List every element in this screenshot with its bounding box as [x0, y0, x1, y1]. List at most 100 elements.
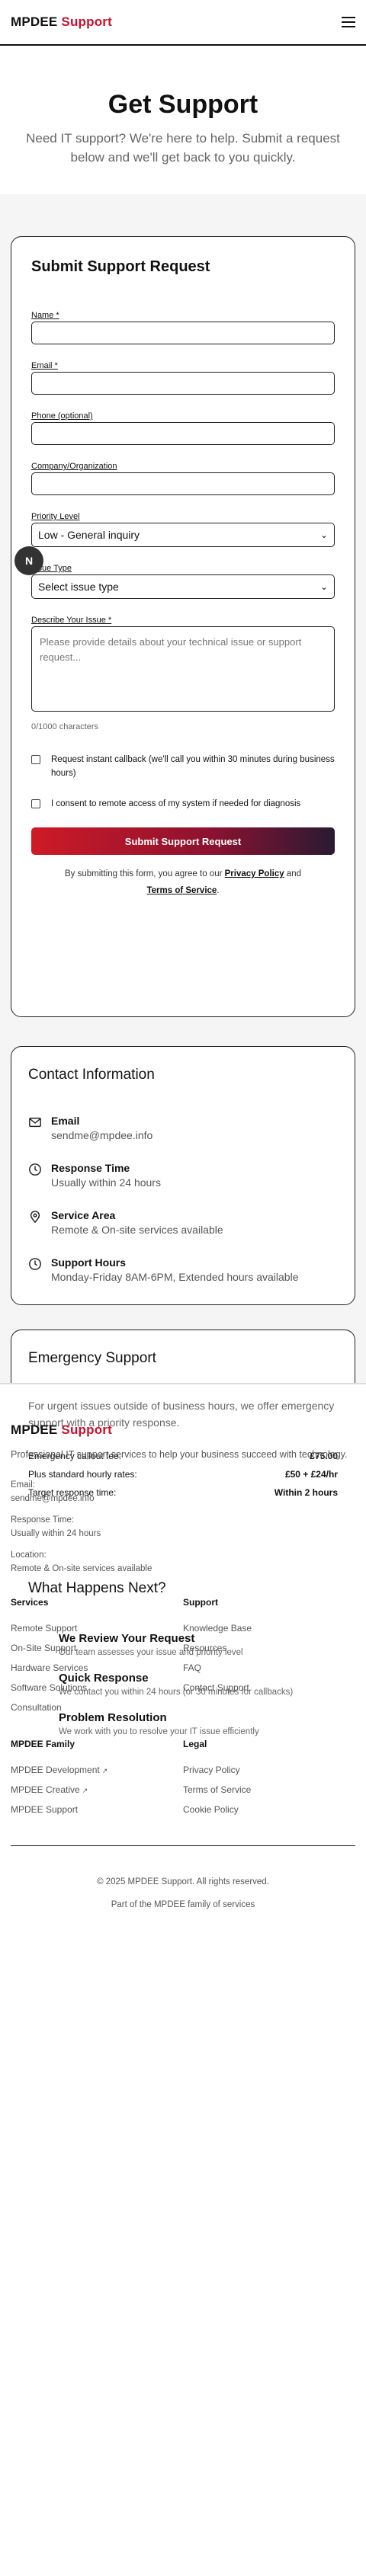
- footer-link-creative[interactable]: MPDEE Creative ↗: [11, 1784, 183, 1795]
- contact-item-title: Email: [51, 1115, 80, 1127]
- name-label: Name *: [31, 311, 59, 320]
- footer-response: Response Time: Usually within 24 hours: [11, 1513, 355, 1541]
- describe-label: Describe Your Issue *: [31, 616, 112, 625]
- contact-item-email: Email sendme@mpdee.info: [28, 1114, 338, 1143]
- email-label: Email *: [31, 361, 58, 370]
- priority-select[interactable]: Low - General inquiry ⌄: [31, 523, 335, 547]
- footer-link-remote-support[interactable]: Remote Support: [11, 1623, 183, 1634]
- page-subtitle: Need IT support? We're here to help. Sub…: [26, 131, 340, 165]
- footer-family-title: MPDEE Family: [11, 1739, 75, 1749]
- terms-and: and: [286, 869, 302, 878]
- footer-link-consultation[interactable]: Consultation: [11, 1702, 183, 1713]
- consent-checkbox[interactable]: [31, 799, 40, 808]
- contact-item-hours: Support Hours Monday-Friday 8AM-6PM, Ext…: [28, 1256, 338, 1285]
- footer-links-row-2: MPDEE Family MPDEE Development ↗ MPDEE Cr…: [11, 1739, 355, 1824]
- footer-link-privacy[interactable]: Privacy Policy: [183, 1765, 355, 1775]
- content-section: Submit Support Request Name * Email * Ph…: [0, 194, 366, 1756]
- describe-textarea[interactable]: Please provide details about your techni…: [31, 626, 335, 712]
- footer-link-label: MPDEE Creative: [11, 1784, 80, 1795]
- company-input[interactable]: [31, 472, 335, 495]
- emergency-row-value: Within 2 hours: [274, 1487, 338, 1498]
- footer-links-row-1: Services Remote Support On-Site Support …: [11, 1597, 355, 1722]
- privacy-policy-link[interactable]: Privacy Policy: [225, 869, 284, 878]
- footer-link-development[interactable]: MPDEE Development ↗: [11, 1765, 183, 1775]
- contact-title: Contact Information: [28, 1067, 155, 1083]
- consent-label: I consent to remote access of my system …: [51, 799, 301, 808]
- contact-item-sub: Monday-Friday 8AM-6PM, Extended hours av…: [51, 1271, 299, 1283]
- logo-main: MPDEE: [11, 1422, 58, 1437]
- contact-item-sub: Usually within 24 hours: [51, 1176, 161, 1189]
- footer-link-knowledge-base[interactable]: Knowledge Base: [183, 1623, 355, 1634]
- logo-accent: Support: [61, 1422, 112, 1437]
- footer-legal-title: Legal: [183, 1739, 207, 1749]
- logo-main: MPDEE: [11, 14, 58, 29]
- name-input[interactable]: [31, 322, 335, 344]
- contact-item-sub[interactable]: sendme@mpdee.info: [51, 1128, 152, 1143]
- clock-icon: [29, 1258, 41, 1270]
- emergency-title: Emergency Support: [28, 1350, 156, 1366]
- terms-note: By submitting this form, you agree to ou…: [64, 869, 302, 895]
- family-note: Part of the MPDEE family of services: [111, 1900, 255, 1909]
- phone-input[interactable]: [31, 422, 335, 445]
- footer-link-label: MPDEE Development: [11, 1765, 100, 1775]
- footer-link-resources[interactable]: Resources: [183, 1643, 355, 1653]
- chevron-down-icon: ⌄: [319, 581, 328, 592]
- contact-item-sub: Remote & On-site services available: [51, 1224, 223, 1236]
- footer-link-contact-support[interactable]: Contact Support: [183, 1682, 355, 1693]
- logo-accent: Support: [61, 14, 112, 29]
- footer-response-value: Usually within 24 hours: [11, 1529, 101, 1538]
- footer-location-value: Remote & On-site services available: [11, 1564, 152, 1573]
- footer-link-hardware[interactable]: Hardware Services: [11, 1662, 183, 1673]
- company-label: Company/Organization: [31, 462, 117, 471]
- priority-label: Priority Level: [31, 512, 80, 521]
- contact-item-response: Response Time Usually within 24 hours: [28, 1161, 338, 1190]
- footer-location: Location: Remote & On-site services avai…: [11, 1548, 355, 1576]
- site-header: MPDEE Support: [0, 0, 366, 46]
- submit-button[interactable]: Submit Support Request: [31, 827, 335, 855]
- priority-value: Low - General inquiry: [38, 529, 140, 541]
- support-form: Submit Support Request Name * Email * Ph…: [11, 236, 355, 1017]
- avatar[interactable]: N: [14, 546, 43, 575]
- site-footer: MPDEE Support Professional IT support se…: [0, 1383, 366, 1916]
- footer-desc: Professional IT support services to help…: [11, 1449, 348, 1460]
- footer-support-title: Support: [183, 1597, 218, 1608]
- callback-checkbox[interactable]: [31, 755, 40, 764]
- clock-icon: [29, 1163, 41, 1176]
- footer-link-onsite-support[interactable]: On-Site Support: [11, 1643, 183, 1653]
- footer-link-terms[interactable]: Terms of Service: [183, 1784, 355, 1795]
- phone-label: Phone (optional): [31, 411, 93, 421]
- terms-of-service-link[interactable]: Terms of Service: [146, 886, 217, 895]
- email-input[interactable]: [31, 372, 335, 395]
- issue-type-value: Select issue type: [38, 581, 119, 593]
- footer-bottom: © 2025 MPDEE Support. All rights reserve…: [11, 1845, 355, 1916]
- footer-location-label: Location:: [11, 1550, 47, 1560]
- footer-link-faq[interactable]: FAQ: [183, 1662, 355, 1673]
- emergency-row-label: Plus standard hourly rates:: [28, 1469, 137, 1480]
- site-logo[interactable]: MPDEE Support: [11, 14, 112, 30]
- char-counter: 0/1000 characters: [31, 722, 99, 731]
- footer-link-cookies[interactable]: Cookie Policy: [183, 1804, 355, 1815]
- describe-placeholder: Please provide details about your techni…: [40, 636, 302, 663]
- mail-icon: [29, 1117, 41, 1128]
- menu-icon[interactable]: [342, 17, 355, 27]
- issue-type-select[interactable]: Select issue type ⌄: [31, 574, 335, 599]
- contact-item-title: Service Area: [51, 1209, 116, 1221]
- issue-type-label: Issue Type: [31, 564, 72, 573]
- contact-item-title: Response Time: [51, 1162, 130, 1174]
- footer-link-software[interactable]: Software Solutions: [11, 1682, 183, 1693]
- page-title: Get Support: [108, 90, 258, 119]
- emergency-row-value: £50 + £24/hr: [284, 1469, 338, 1480]
- footer-link-support[interactable]: MPDEE Support: [11, 1804, 183, 1815]
- external-link-icon: ↗: [82, 1787, 88, 1794]
- callback-label: Request instant callback (we'll call you…: [51, 755, 335, 778]
- footer-services-title: Services: [11, 1597, 49, 1608]
- copyright: © 2025 MPDEE Support. All rights reserve…: [97, 1877, 269, 1886]
- terms-prefix: By submitting this form, you agree to ou…: [64, 869, 223, 878]
- footer-response-label: Response Time:: [11, 1515, 75, 1525]
- location-pin-icon: [30, 1211, 40, 1224]
- contact-info-card: Contact Information Email sendme@mpdee.i…: [11, 1046, 355, 1305]
- external-link-icon: ↗: [101, 1767, 108, 1774]
- footer-logo[interactable]: MPDEE Support: [11, 1422, 355, 1438]
- contact-item-title: Support Hours: [51, 1256, 126, 1269]
- form-title: Submit Support Request: [31, 258, 210, 275]
